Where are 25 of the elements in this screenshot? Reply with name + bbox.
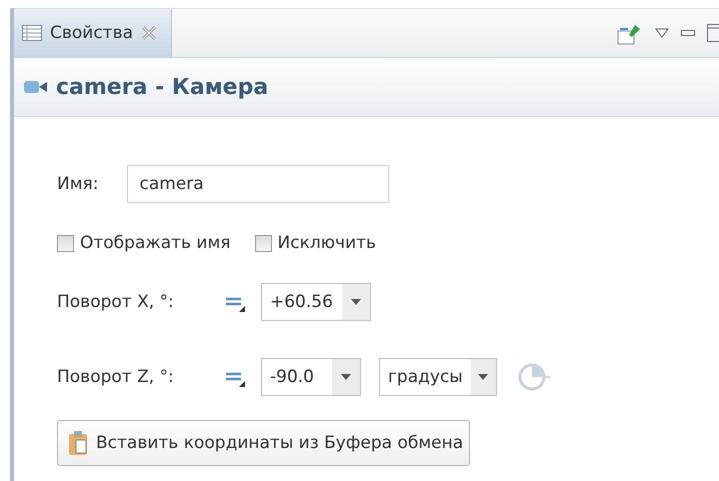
dropdown-arrow-icon[interactable] [478, 374, 488, 380]
table-icon [22, 25, 42, 41]
checkbox[interactable] [254, 234, 272, 252]
dropdown-arrow-icon[interactable] [341, 374, 351, 380]
field-label: Поворот X, °: [57, 292, 175, 312]
tab-label: Свойства [50, 23, 134, 43]
field-label: Поворот Z, °: [57, 367, 175, 387]
field-label: Имя: [57, 174, 98, 194]
maximize-icon[interactable] [707, 24, 719, 42]
checkbox-option[interactable]: Исключить [254, 233, 376, 253]
camera-icon [24, 79, 48, 95]
view-menu-icon[interactable] [655, 28, 669, 38]
properties-tab[interactable]: Свойства [14, 9, 172, 57]
name-field[interactable]: camera [126, 165, 388, 203]
dropdown-arrow-icon[interactable] [351, 299, 361, 305]
checkbox-option[interactable]: Отображать имя [57, 233, 231, 253]
value-combo[interactable]: +60.56 [261, 283, 371, 321]
units-combo[interactable]: градусы [379, 358, 497, 396]
clipboard-icon [68, 430, 88, 456]
panel-title: camera - Камера [56, 74, 268, 100]
minimize-icon[interactable] [681, 29, 695, 37]
value-combo[interactable]: -90.0 [261, 358, 361, 396]
paste-coordinates-button[interactable]: Вставить координаты из Буфера обмена [57, 420, 470, 466]
checkbox[interactable] [57, 234, 74, 252]
close-icon[interactable] [141, 25, 158, 41]
